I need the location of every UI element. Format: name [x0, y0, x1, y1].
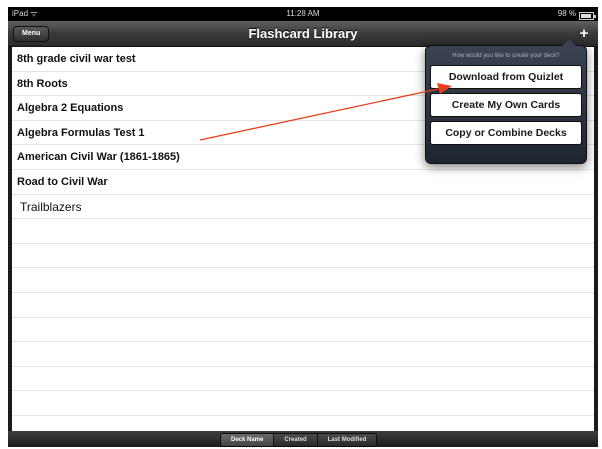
add-deck-button[interactable]: + [575, 26, 593, 41]
create-deck-popover: How would you like to create your deck? … [425, 39, 587, 164]
empty-row [12, 293, 594, 318]
clock: 11:28 AM [286, 9, 320, 18]
status-bar: iPad ᯤ 11:28 AM 98 % [8, 7, 598, 21]
battery-indicator: 98 % [557, 7, 596, 21]
empty-row [12, 318, 594, 343]
deck-row[interactable]: Road to Civil War [12, 170, 594, 195]
popover-pointer [562, 39, 576, 46]
download-from-quizlet-button[interactable]: Download from Quizlet [430, 65, 582, 89]
empty-row [12, 367, 594, 392]
page-title: Flashcard Library [248, 26, 358, 41]
empty-row [12, 342, 594, 367]
empty-row [12, 268, 594, 293]
battery-icon [579, 12, 596, 20]
navigation-bar: Menu Flashcard Library + [8, 21, 598, 47]
battery-percent: 98 % [557, 9, 576, 18]
copy-or-combine-decks-button[interactable]: Copy or Combine Decks [430, 121, 582, 145]
create-my-own-cards-button[interactable]: Create My Own Cards [430, 93, 582, 117]
empty-row [12, 391, 594, 416]
sort-by-created-button[interactable]: Created [273, 434, 317, 446]
empty-row [12, 244, 594, 269]
sort-by-deck-name-button[interactable]: Deck Name [221, 434, 274, 446]
deck-row[interactable]: Trailblazers [12, 195, 594, 220]
empty-row [12, 416, 594, 431]
empty-row [12, 219, 594, 244]
sort-by-last-modified-button[interactable]: Last Modified [316, 434, 377, 446]
sort-toolbar: Deck Name Created Last Modified [8, 431, 598, 447]
sort-segmented-control: Deck Name Created Last Modified [220, 433, 378, 447]
popover-prompt: How would you like to create your deck? [452, 53, 560, 59]
